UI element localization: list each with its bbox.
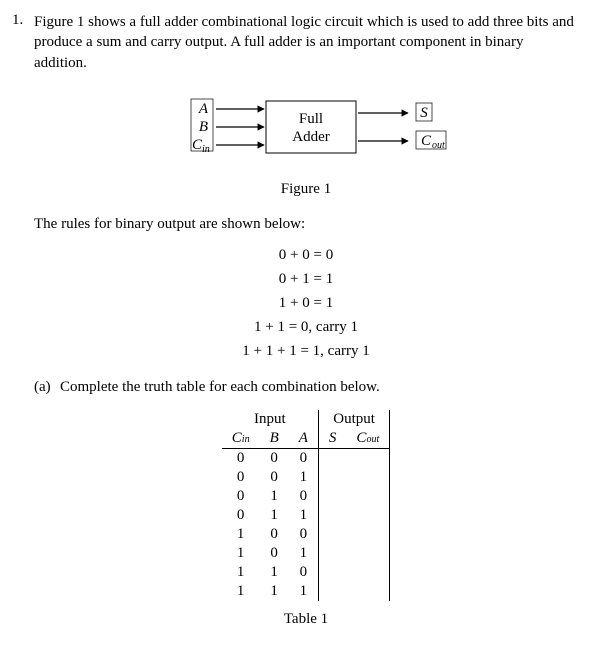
- question-body: Figure 1 shows a full adder combinationa…: [34, 12, 578, 628]
- cell-cout[interactable]: [346, 525, 389, 544]
- truth-table-wrap: Input Output Cin B A S Cout: [34, 410, 578, 601]
- question-number: 1.: [12, 12, 34, 29]
- cell-cout[interactable]: [346, 506, 389, 525]
- figure: Full Adder A B: [34, 93, 578, 173]
- cell-cin: 1: [222, 544, 260, 563]
- rule-line: 0 + 0 = 0: [34, 243, 578, 267]
- rule-line: 0 + 1 = 1: [34, 267, 578, 291]
- full-adder-diagram: Full Adder A B: [146, 93, 466, 173]
- table-row: 0 1 0: [222, 487, 390, 506]
- col-s: S: [318, 429, 346, 449]
- table-caption: Table 1: [34, 611, 578, 628]
- cell-a: 1: [289, 544, 319, 563]
- cell-cin: 0: [222, 468, 260, 487]
- cell-cin: 1: [222, 563, 260, 582]
- cell-b: 1: [260, 582, 289, 601]
- question-intro: Figure 1 shows a full adder combinationa…: [34, 12, 578, 73]
- truth-table-body: 0 0 0 0 0 1: [222, 448, 390, 601]
- table-row: 1 0 0: [222, 525, 390, 544]
- cell-b: 1: [260, 563, 289, 582]
- rules-block: 0 + 0 = 0 0 + 1 = 1 1 + 0 = 1 1 + 1 = 0,…: [34, 243, 578, 363]
- cell-cin: 0: [222, 487, 260, 506]
- cell-a: 0: [289, 487, 319, 506]
- cell-s[interactable]: [318, 525, 346, 544]
- table-row: 1 1 0: [222, 563, 390, 582]
- cell-cin: 1: [222, 582, 260, 601]
- input-cin-sub: in: [202, 144, 210, 155]
- output-cout-sub: out: [432, 140, 445, 151]
- cell-cout[interactable]: [346, 544, 389, 563]
- table-row: 0 0 1: [222, 468, 390, 487]
- cell-cout[interactable]: [346, 487, 389, 506]
- table-row: 1 1 1: [222, 582, 390, 601]
- page: 1. Figure 1 shows a full adder combinati…: [0, 0, 602, 648]
- table-row: 0 1 1: [222, 506, 390, 525]
- block-label-1: Full: [299, 111, 323, 127]
- truth-table: Input Output Cin B A S Cout: [222, 410, 390, 601]
- cell-a: 0: [289, 563, 319, 582]
- cell-s[interactable]: [318, 487, 346, 506]
- group-header-input: Input: [222, 410, 319, 429]
- cell-a: 1: [289, 468, 319, 487]
- figure-caption: Figure 1: [34, 181, 578, 198]
- figure-wrap: Full Adder A B: [34, 93, 578, 198]
- cell-cout[interactable]: [346, 582, 389, 601]
- table-row: 0 0 0: [222, 448, 390, 468]
- question-item: 1. Figure 1 shows a full adder combinati…: [12, 12, 578, 628]
- rule-line: 1 + 0 = 1: [34, 291, 578, 315]
- group-header-output: Output: [318, 410, 389, 429]
- cell-cout[interactable]: [346, 468, 389, 487]
- cell-s[interactable]: [318, 563, 346, 582]
- cell-b: 1: [260, 506, 289, 525]
- input-b-label: B: [199, 119, 208, 135]
- cell-s[interactable]: [318, 544, 346, 563]
- col-cin: Cin: [222, 429, 260, 449]
- output-s-label: S: [420, 105, 428, 121]
- cell-a: 0: [289, 525, 319, 544]
- cell-cin: 0: [222, 506, 260, 525]
- cell-s[interactable]: [318, 506, 346, 525]
- rule-line: 1 + 1 + 1 = 1, carry 1: [34, 339, 578, 363]
- cell-cout[interactable]: [346, 563, 389, 582]
- input-a-label: A: [198, 101, 209, 117]
- cell-a: 1: [289, 582, 319, 601]
- cell-b: 0: [260, 448, 289, 468]
- table-row: 1 0 1: [222, 544, 390, 563]
- col-a: A: [289, 429, 319, 449]
- cell-b: 0: [260, 544, 289, 563]
- col-cout: Cout: [346, 429, 389, 449]
- cell-b: 0: [260, 525, 289, 544]
- cell-a: 0: [289, 448, 319, 468]
- cell-s[interactable]: [318, 448, 346, 468]
- rule-line: 1 + 1 = 0, carry 1: [34, 315, 578, 339]
- cell-b: 0: [260, 468, 289, 487]
- subpart-text: Complete the truth table for each combin…: [60, 379, 380, 396]
- cell-cin: 0: [222, 448, 260, 468]
- cell-b: 1: [260, 487, 289, 506]
- cell-s[interactable]: [318, 582, 346, 601]
- rules-intro: The rules for binary output are shown be…: [34, 216, 578, 233]
- cell-cin: 1: [222, 525, 260, 544]
- col-b: B: [260, 429, 289, 449]
- cell-cout[interactable]: [346, 448, 389, 468]
- cell-a: 1: [289, 506, 319, 525]
- block-label-2: Adder: [292, 129, 330, 145]
- output-cout-base: C: [421, 133, 432, 149]
- cell-s[interactable]: [318, 468, 346, 487]
- subpart-label: (a): [34, 379, 60, 396]
- subpart-a: (a) Complete the truth table for each co…: [34, 379, 578, 396]
